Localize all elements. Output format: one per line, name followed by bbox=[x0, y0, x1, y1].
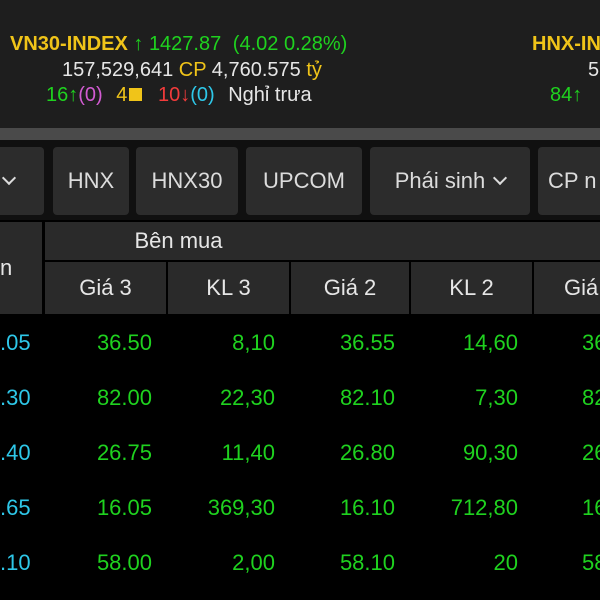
cell-price3: 26.75 bbox=[45, 426, 166, 479]
tab-hnx[interactable]: HNX bbox=[53, 147, 129, 215]
cell-volume3: 8,10 bbox=[168, 316, 289, 369]
vn30-volume: 157,529,641 bbox=[62, 59, 174, 81]
cell-price3: 16.05 bbox=[45, 481, 166, 534]
tab-derivatives[interactable]: Phái sinh bbox=[370, 147, 530, 215]
column-header-volume2[interactable]: KL 2 bbox=[411, 262, 532, 314]
tab-upcom[interactable]: UPCOM bbox=[246, 147, 362, 215]
cell-match-price: .05 bbox=[0, 316, 42, 369]
hnx-index-name: HNX-IN bbox=[532, 33, 600, 55]
index-summary-bar: VN30-INDEX ↑ 1427.87 (4.02 0.28%) 157,52… bbox=[0, 0, 600, 128]
vn30-ref-count: 4 bbox=[116, 84, 128, 106]
cell-price2: 82.10 bbox=[291, 371, 409, 424]
vn30-cp-label: CP bbox=[178, 59, 207, 81]
square-icon bbox=[129, 88, 143, 101]
cell-volume2: 712,80 bbox=[411, 481, 532, 534]
down-arrow-icon: ↓ bbox=[180, 84, 191, 106]
vn30-index-line[interactable]: VN30-INDEX ↑ 1427.87 (4.02 0.28%) bbox=[10, 31, 347, 57]
cell-price2: 58.10 bbox=[291, 536, 409, 589]
cell-price1: 58 bbox=[534, 536, 600, 589]
vn30-floor-count: (0) bbox=[190, 84, 215, 106]
column-header-match: n bbox=[0, 222, 42, 314]
hnx-breadth-line: 84↑ bbox=[550, 82, 582, 108]
vn30-currency: tỷ bbox=[306, 59, 322, 81]
vn30-turnover: 4,760.575 bbox=[211, 59, 301, 81]
hnx-up-count: 84 bbox=[550, 84, 573, 106]
cell-price1: 82 bbox=[534, 371, 600, 424]
cell-match-price: .30 bbox=[0, 371, 42, 424]
cell-volume2: 7,30 bbox=[411, 371, 532, 424]
tab-cp[interactable]: CP n bbox=[538, 147, 600, 215]
cell-price3: 36.50 bbox=[45, 316, 166, 369]
cell-price1: 36 bbox=[534, 316, 600, 369]
cell-volume3: 369,30 bbox=[168, 481, 289, 534]
vn30-up-count: 16 bbox=[46, 84, 69, 106]
vn30-index-name: VN30-INDEX bbox=[10, 33, 128, 55]
separator bbox=[0, 128, 600, 140]
group-header-label: Bên mua bbox=[134, 228, 223, 253]
cell-match-price: .10 bbox=[0, 536, 42, 589]
chevron-down-icon bbox=[1, 170, 17, 186]
cell-volume3: 2,00 bbox=[168, 536, 289, 589]
up-arrow-icon: ↑ bbox=[68, 84, 79, 106]
up-arrow-icon: ↑ bbox=[572, 84, 583, 106]
column-header-label: n bbox=[0, 255, 13, 280]
cell-price2: 16.10 bbox=[291, 481, 409, 534]
column-header-price3[interactable]: Giá 3 bbox=[45, 262, 166, 314]
cell-volume2: 90,30 bbox=[411, 426, 532, 479]
cell-match-price: .65 bbox=[0, 481, 42, 534]
tab-hnx30[interactable]: HNX30 bbox=[136, 147, 238, 215]
tab-label: UPCOM bbox=[263, 168, 345, 193]
vn30-ceiling-count: (0) bbox=[78, 84, 103, 106]
vn30-down-count: 10 bbox=[157, 84, 181, 106]
hnx-index-line[interactable]: HNX-IN bbox=[532, 31, 600, 57]
cell-price1: 26 bbox=[534, 426, 600, 479]
cell-price2: 36.55 bbox=[291, 316, 409, 369]
tab-label: HNX30 bbox=[151, 168, 223, 193]
cell-volume3: 22,30 bbox=[168, 371, 289, 424]
cell-match-price: .40 bbox=[0, 426, 42, 479]
tab-label: HNX bbox=[67, 168, 115, 193]
cell-price3: 58.00 bbox=[45, 536, 166, 589]
hnx-volume: 5 bbox=[588, 59, 600, 81]
cell-volume2: 14,60 bbox=[411, 316, 532, 369]
price-board-table: n Bên mua Giá 3 KL 3 Giá 2 KL 2 Giá .05 3… bbox=[0, 220, 600, 600]
vn30-session-status: Nghỉ trưa bbox=[228, 84, 312, 106]
cell-price3: 82.00 bbox=[45, 371, 166, 424]
column-header-price2[interactable]: Giá 2 bbox=[291, 262, 409, 314]
tab-label: CP n bbox=[548, 168, 597, 193]
buy-side-header: Bên mua bbox=[45, 222, 600, 260]
vn30-index-change: (4.02 0.28%) bbox=[232, 33, 348, 55]
cell-volume2: 20 bbox=[411, 536, 532, 589]
vn30-index-value: 1427.87 bbox=[148, 33, 222, 55]
cell-price1: 16 bbox=[534, 481, 600, 534]
tab-dropdown-left[interactable] bbox=[0, 147, 44, 215]
tab-label: Phái sinh bbox=[394, 168, 486, 193]
chevron-down-icon bbox=[493, 170, 508, 186]
market-tabs: HNX HNX30 UPCOM Phái sinh CP n bbox=[0, 140, 600, 220]
vn30-breadth-line: 16↑(0) 4 10↓(0) Nghỉ trưa bbox=[46, 82, 312, 108]
column-header-volume3[interactable]: KL 3 bbox=[168, 262, 289, 314]
cell-volume3: 11,40 bbox=[168, 426, 289, 479]
up-arrow-icon: ↑ bbox=[133, 33, 144, 55]
column-header-price1[interactable]: Giá bbox=[534, 262, 600, 314]
cell-price2: 26.80 bbox=[291, 426, 409, 479]
vn30-volume-line: 157,529,641 CP 4,760.575 tỷ bbox=[62, 57, 322, 83]
